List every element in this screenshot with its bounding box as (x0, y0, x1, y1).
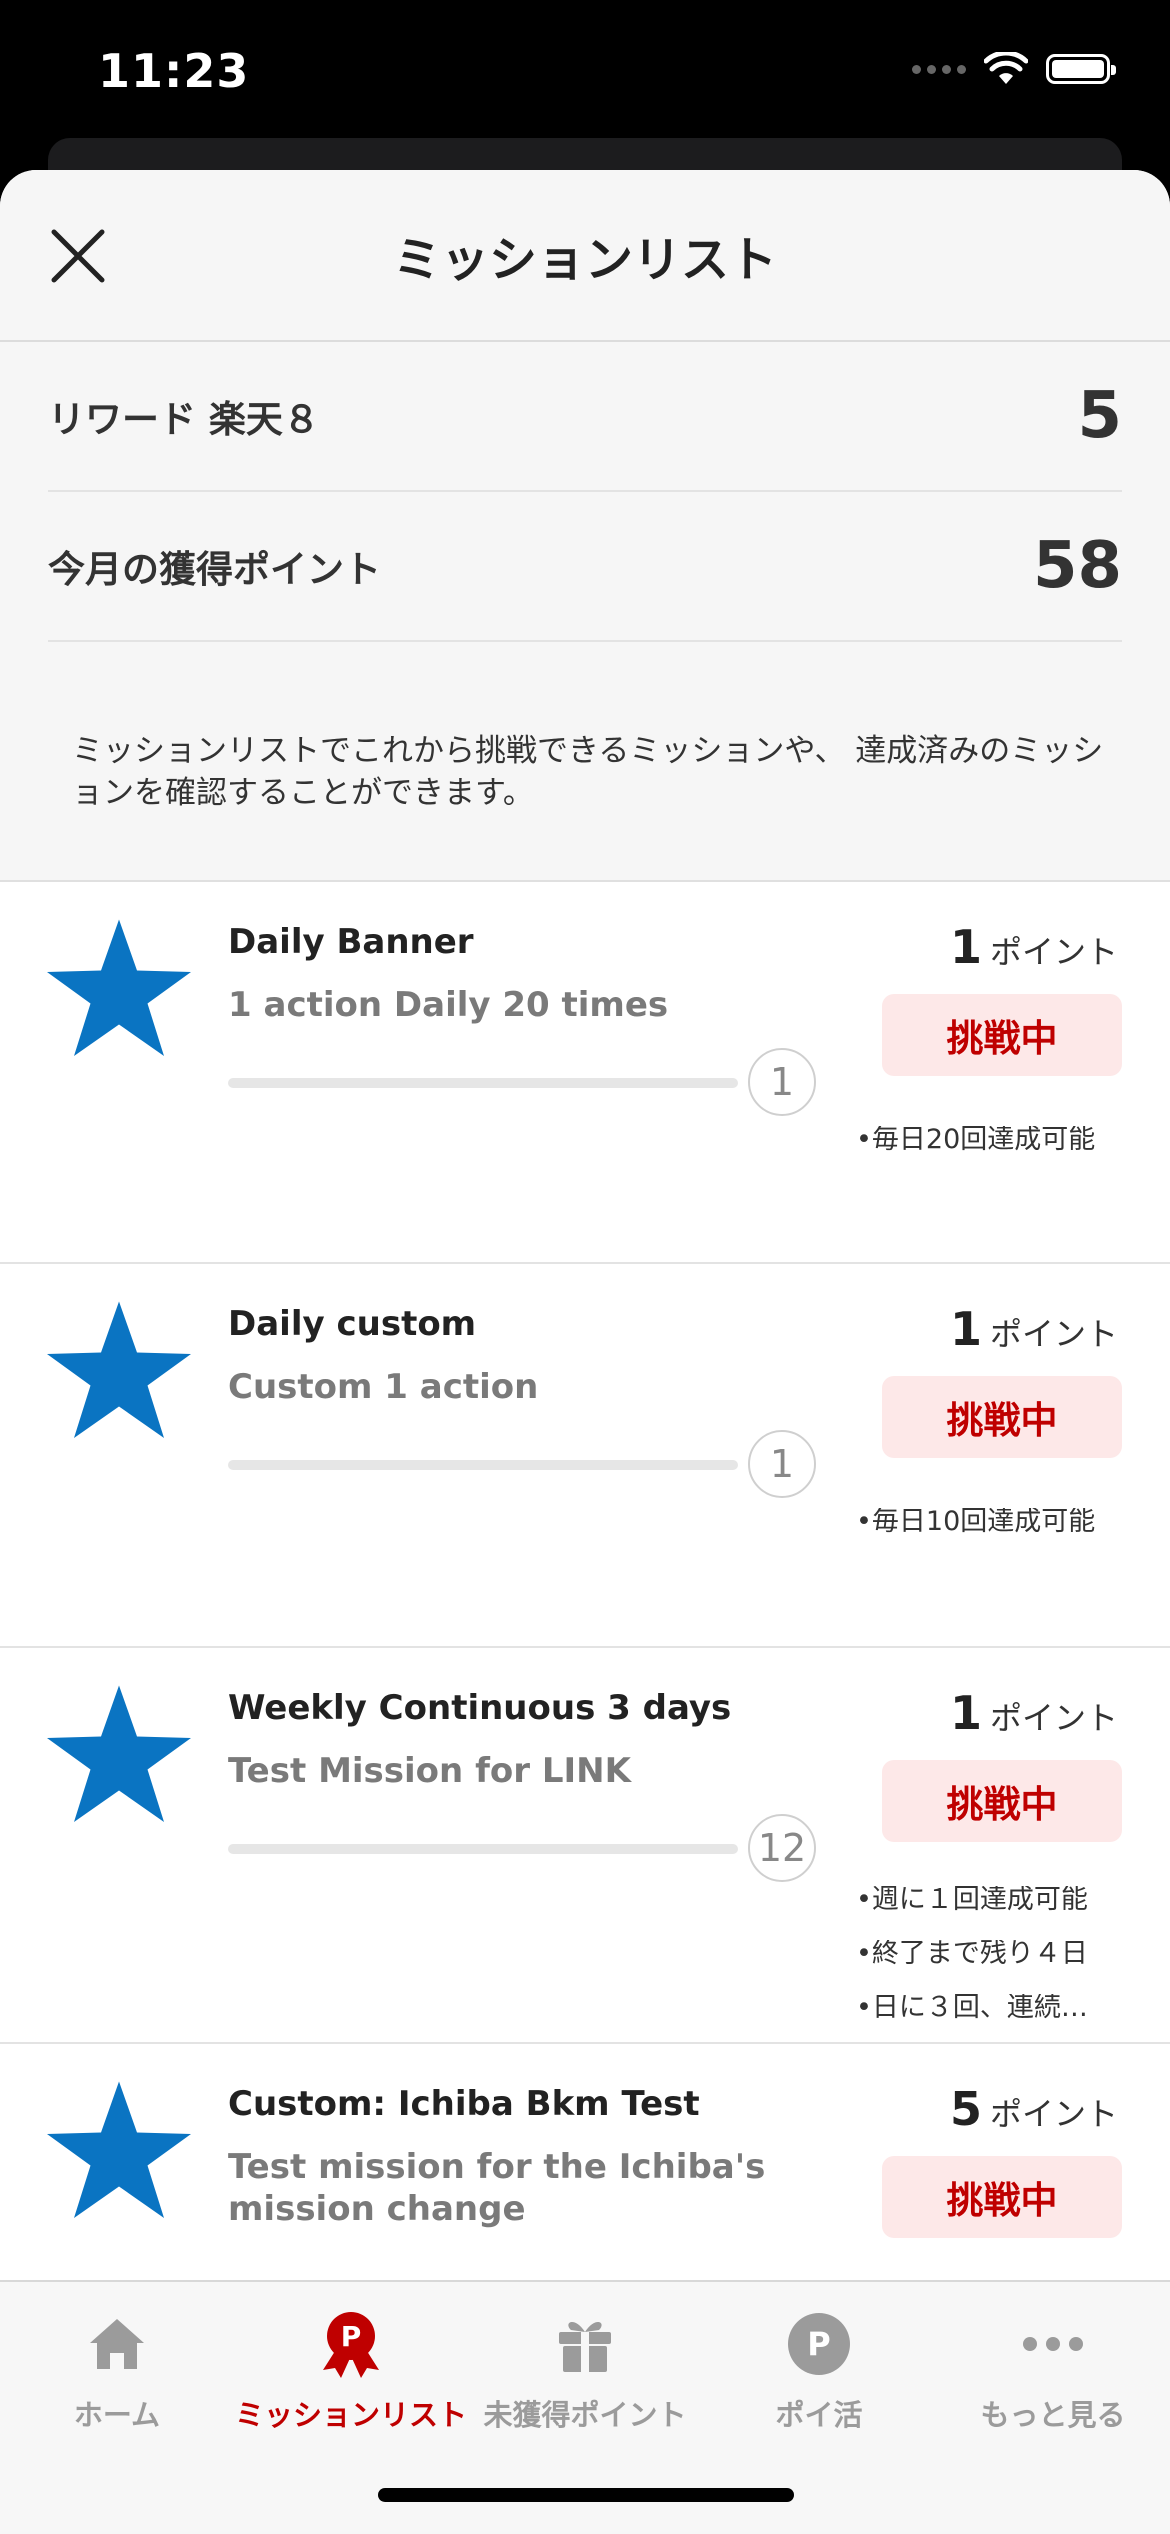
mission-title: Daily Banner (228, 922, 474, 962)
tab-label: 未獲得ポイント (483, 2398, 687, 2432)
mission-note: •週に１回達成可能 (856, 1886, 1088, 1915)
monthly-points-value: 58 (1032, 529, 1122, 603)
mission-note: •日に３回、連続… (856, 1994, 1088, 2023)
points-value: 5 (949, 2082, 982, 2136)
mission-points: 1 ポイント (950, 1302, 1118, 1356)
home-indicator (378, 2488, 794, 2502)
mission-item[interactable]: Weekly Continuous 3 days Test Mission fo… (0, 1648, 1170, 2044)
mission-title: Custom: Ichiba Bkm Test (228, 2084, 700, 2124)
wifi-icon (984, 52, 1028, 84)
reward-value: 5 (1077, 379, 1122, 453)
status-icons (912, 52, 1116, 86)
tab-home[interactable]: ホーム (0, 2304, 234, 2434)
status-badge[interactable]: 挑戦中 (882, 2156, 1122, 2238)
mission-note: •終了まで残り４日 (856, 1940, 1088, 1969)
star-icon (47, 919, 191, 1056)
tab-unearned-points[interactable]: 未獲得ポイント (468, 2304, 702, 2434)
mission-points: 1 ポイント (950, 920, 1118, 974)
mission-title: Daily custom (228, 1304, 477, 1344)
mission-subtitle: Test Mission for LINK (228, 1751, 631, 1791)
tab-label: ミッションリスト (234, 2398, 467, 2432)
monthly-points-row: 今月の獲得ポイント 58 (48, 492, 1122, 642)
monthly-points-label: 今月の獲得ポイント (48, 548, 381, 591)
mission-item[interactable]: Daily Banner 1 action Daily 20 times 1 1… (0, 882, 1170, 1264)
mission-count-badge: 1 (748, 1430, 816, 1498)
cellular-signal-icon (912, 64, 966, 74)
more-dots-icon (1023, 2337, 1083, 2351)
description-text: ミッションリストでこれから挑戦できるミッションや、 達成済みのミッションを確認す… (0, 642, 1170, 882)
mission-count-badge: 12 (748, 1814, 816, 1882)
mission-subtitle: 1 action Daily 20 times (228, 985, 669, 1025)
tab-label: もっと見る (980, 2398, 1126, 2432)
points-value: 1 (949, 1686, 982, 1740)
status-bar: 11:23 (0, 0, 1170, 150)
points-unit: ポイント (989, 1315, 1118, 1353)
point-circle-icon: P (788, 2313, 850, 2375)
reward-row: リワード 楽天８ 5 (48, 342, 1122, 492)
points-value: 1 (949, 1302, 982, 1356)
tab-mission-list[interactable]: P ミッションリスト (234, 2304, 468, 2434)
page-title: ミッションリスト (392, 232, 777, 288)
mission-list: Daily Banner 1 action Daily 20 times 1 1… (0, 882, 1170, 2444)
points-value: 1 (949, 920, 982, 974)
mission-ribbon-icon: P (323, 2312, 379, 2378)
mission-note: •毎日10回達成可能 (856, 1508, 1096, 1537)
mission-notes: •毎日10回達成可能 (856, 1508, 1126, 1562)
mission-list-sheet: ミッションリスト リワード 楽天８ 5 今月の獲得ポイント 58 ミッションリス… (0, 170, 1170, 2532)
tab-label: ポイ活 (775, 2398, 863, 2432)
status-time: 11:23 (98, 44, 250, 98)
svg-text:P: P (341, 2320, 362, 2353)
home-icon (90, 2319, 144, 2369)
mission-title: Weekly Continuous 3 days (228, 1688, 732, 1728)
star-icon (47, 1301, 191, 1438)
mission-subtitle: Custom 1 action (228, 1367, 539, 1407)
mission-points: 5 ポイント (950, 2082, 1118, 2136)
status-badge[interactable]: 挑戦中 (882, 994, 1122, 1076)
star-icon (47, 2081, 191, 2218)
status-badge[interactable]: 挑戦中 (882, 1760, 1122, 1842)
sheet-header: ミッションリスト (0, 170, 1170, 342)
status-badge[interactable]: 挑戦中 (882, 1376, 1122, 1458)
tab-label: ホーム (73, 2398, 161, 2432)
tab-poikatsu[interactable]: P ポイ活 (702, 2304, 936, 2434)
mission-item[interactable]: Daily custom Custom 1 action 1 1 ポイント 挑戦… (0, 1264, 1170, 1648)
mission-progress-bar (228, 1460, 738, 1470)
mission-progress-bar (228, 1844, 738, 1854)
battery-icon (1046, 54, 1116, 84)
points-unit: ポイント (989, 2095, 1118, 2133)
mission-notes: •毎日20回達成可能 (856, 1126, 1126, 1180)
reward-label: リワード 楽天８ (48, 398, 320, 441)
gift-icon (559, 2321, 611, 2372)
mission-points: 1 ポイント (950, 1686, 1118, 1740)
mission-notes: •週に１回達成可能 •終了まで残り４日 •日に３回、連続… (856, 1886, 1126, 2048)
mission-subtitle: Test mission for the Ichiba's mission ch… (228, 2147, 766, 2229)
mission-progress-bar (228, 1078, 738, 1088)
points-unit: ポイント (989, 1699, 1118, 1737)
star-icon (47, 1685, 191, 1822)
points-summary: リワード 楽天８ 5 今月の獲得ポイント 58 (0, 342, 1170, 642)
svg-text:P: P (807, 2325, 830, 2363)
tab-more[interactable]: もっと見る (936, 2304, 1170, 2434)
points-unit: ポイント (989, 933, 1118, 971)
mission-note: •毎日20回達成可能 (856, 1126, 1096, 1155)
mission-count-badge: 1 (748, 1048, 816, 1116)
